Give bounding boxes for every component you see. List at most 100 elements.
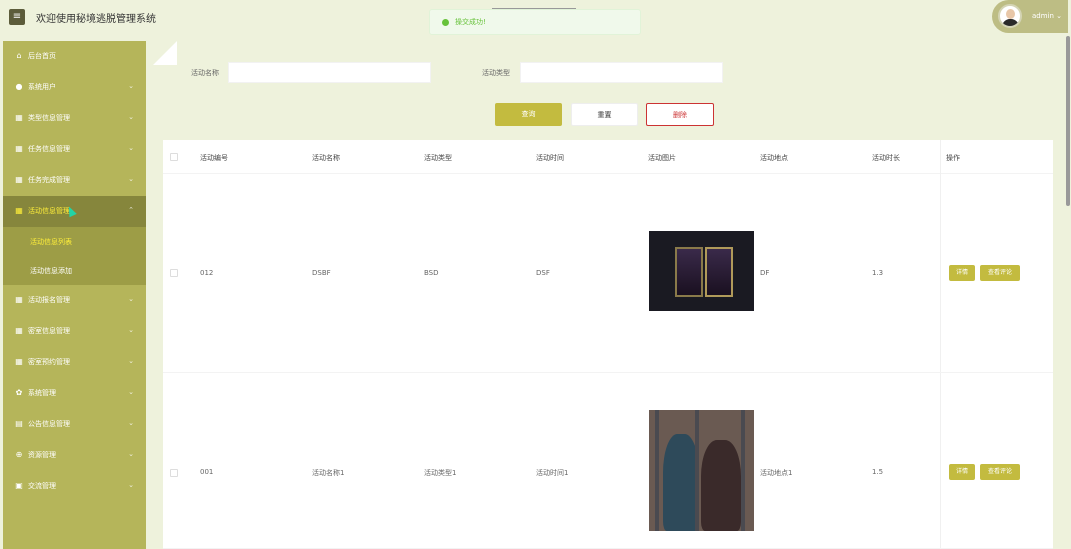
chevron-down-icon: ⌄ bbox=[128, 175, 134, 183]
sidebar-item-label: 活动信息管理 bbox=[28, 207, 70, 215]
sidebar-submenu: 活动信息列表 活动信息添加 bbox=[3, 227, 146, 285]
grid-icon: ▦ bbox=[15, 175, 23, 184]
activity-type-label: 活动类型 bbox=[482, 69, 510, 77]
chevron-down-icon: ⌄ bbox=[128, 82, 134, 90]
activity-name-input[interactable] bbox=[228, 62, 431, 83]
grid-icon: ▦ bbox=[15, 113, 23, 122]
activity-name: DSBF bbox=[312, 269, 331, 277]
sidebar-item-label: 密室信息管理 bbox=[28, 327, 70, 335]
sidebar-item-label: 系统用户 bbox=[28, 83, 56, 91]
query-button[interactable]: 查询 bbox=[495, 103, 562, 126]
corner-fold-shape bbox=[153, 41, 177, 65]
activity-id: 001 bbox=[200, 468, 214, 476]
activity-place: DF bbox=[760, 269, 770, 277]
person-shape bbox=[701, 440, 741, 531]
sidebar-item-label: 交流管理 bbox=[28, 482, 56, 490]
row-checkbox[interactable] bbox=[170, 469, 178, 477]
sidebar-item-room-info[interactable]: ▦ 密室信息管理 ⌄ bbox=[3, 316, 146, 347]
chevron-down-icon: ⌄ bbox=[128, 326, 134, 334]
column-header: 活动时长 bbox=[872, 154, 900, 162]
activity-time: DSF bbox=[536, 269, 550, 277]
chevron-down-icon: ⌄ bbox=[1056, 12, 1063, 20]
chevron-down-icon: ⌄ bbox=[128, 481, 134, 489]
chevron-down-icon: ⌄ bbox=[128, 113, 134, 121]
user-menu[interactable]: admin ⌄ bbox=[992, 0, 1068, 33]
activity-name: 活动名称1 bbox=[312, 469, 345, 477]
activity-id: 012 bbox=[200, 269, 214, 277]
plus-circle-icon: ⊕ bbox=[15, 450, 23, 459]
sidebar-subitem-activity-list[interactable]: 活动信息列表 bbox=[30, 237, 72, 247]
chevron-down-icon: ⌄ bbox=[128, 144, 134, 152]
sidebar-item-notice-info[interactable]: ▤ 公告信息管理 ⌄ bbox=[3, 409, 146, 440]
detail-button[interactable]: 详情 bbox=[949, 464, 975, 480]
sidebar-item-label: 任务信息管理 bbox=[28, 145, 70, 153]
sidebar-item-communication[interactable]: ▣ 交流管理 ⌄ bbox=[3, 471, 146, 502]
sidebar-item-label: 公告信息管理 bbox=[28, 420, 70, 428]
column-header: 活动名称 bbox=[312, 154, 340, 162]
sidebar-item-label: 资源管理 bbox=[28, 451, 56, 459]
avatar-body-shape bbox=[1002, 19, 1019, 26]
avatar[interactable] bbox=[998, 4, 1022, 28]
column-header: 活动时间 bbox=[536, 154, 564, 162]
grid-icon: ▦ bbox=[15, 206, 23, 215]
column-header: 活动地点 bbox=[760, 154, 788, 162]
username[interactable]: admin ⌄ bbox=[1032, 12, 1062, 20]
activity-type-input[interactable] bbox=[520, 62, 723, 83]
sidebar-item-activity-signup[interactable]: ▦ 活动报名管理 ⌄ bbox=[3, 285, 146, 316]
sidebar-item-system-users[interactable]: ● 系统用户 ⌄ bbox=[3, 72, 146, 103]
chevron-down-icon: ⌄ bbox=[128, 450, 134, 458]
activity-type: 活动类型1 bbox=[424, 469, 457, 477]
sidebar-item-label: 后台首页 bbox=[28, 52, 56, 60]
collapse-corner[interactable] bbox=[153, 41, 177, 65]
chat-icon: ▣ bbox=[15, 481, 23, 490]
main-content: 活动名称 活动类型 查询 重置 删除 活动编号 活动名称 活动类型 活动时间 活… bbox=[153, 41, 1061, 549]
top-bar: ≡ 欢迎使用秘境逃脱管理系统 操交成功! admin ⌄ bbox=[0, 0, 1071, 36]
activity-time: 活动时间1 bbox=[536, 469, 569, 477]
chevron-up-icon: ⌃ bbox=[128, 206, 134, 214]
gear-icon: ✿ bbox=[15, 388, 23, 397]
card-shape bbox=[705, 247, 733, 297]
reset-button[interactable]: 重置 bbox=[571, 103, 638, 126]
sidebar-item-label: 任务完成管理 bbox=[28, 176, 70, 184]
page-scrollbar[interactable] bbox=[1066, 36, 1070, 206]
sidebar-item-room-booking[interactable]: ▦ 密室预约管理 ⌄ bbox=[3, 347, 146, 378]
activity-duration: 1.5 bbox=[872, 468, 884, 476]
column-header: 活动编号 bbox=[200, 154, 228, 162]
sidebar: ⌂ 后台首页 ● 系统用户 ⌄ ▦ 类型信息管理 ⌄ ▦ 任务信息管理 ⌄ ▦ … bbox=[3, 41, 146, 549]
column-header: 操作 bbox=[946, 154, 960, 162]
sidebar-item-system-management[interactable]: ✿ 系统管理 ⌄ bbox=[3, 378, 146, 409]
chevron-down-icon: ⌄ bbox=[128, 357, 134, 365]
sidebar-item-label: 系统管理 bbox=[28, 389, 56, 397]
bar-shape bbox=[655, 410, 659, 531]
sidebar-subitem-activity-add[interactable]: 活动信息添加 bbox=[30, 266, 72, 276]
user-icon: ● bbox=[15, 82, 23, 91]
activity-image-people-behind-bars bbox=[649, 410, 754, 531]
grid-icon: ▦ bbox=[15, 144, 23, 153]
row-checkbox[interactable] bbox=[170, 269, 178, 277]
view-comments-button[interactable]: 查看评论 bbox=[980, 464, 1020, 480]
table-row: 001 活动名称1 活动类型1 活动时间1 活动地点1 1.5 详情 查看评论 bbox=[163, 373, 1053, 549]
app-title: 欢迎使用秘境逃脱管理系统 bbox=[36, 14, 156, 25]
sidebar-item-resources[interactable]: ⊕ 资源管理 ⌄ bbox=[3, 440, 146, 471]
document-icon: ▤ bbox=[15, 419, 23, 428]
select-all-checkbox[interactable] bbox=[170, 153, 178, 161]
home-icon: ⌂ bbox=[16, 51, 22, 60]
detail-button[interactable]: 详情 bbox=[949, 265, 975, 281]
sidebar-item-task-info[interactable]: ▦ 任务信息管理 ⌄ bbox=[3, 134, 146, 165]
grid-icon: ▦ bbox=[15, 357, 23, 366]
view-comments-button[interactable]: 查看评论 bbox=[980, 265, 1020, 281]
menu-icon[interactable]: ≡ bbox=[9, 9, 25, 25]
success-toast: 操交成功! bbox=[429, 9, 641, 35]
check-circle-icon bbox=[442, 19, 449, 26]
delete-button[interactable]: 删除 bbox=[646, 103, 714, 126]
table-header: 活动编号 活动名称 活动类型 活动时间 活动图片 活动地点 活动时长 操作 bbox=[163, 140, 1053, 174]
sidebar-item-home[interactable]: ⌂ 后台首页 bbox=[3, 41, 146, 72]
activity-place: 活动地点1 bbox=[760, 469, 793, 477]
sidebar-item-task-completion[interactable]: ▦ 任务完成管理 ⌄ bbox=[3, 165, 146, 196]
chevron-down-icon: ⌄ bbox=[128, 388, 134, 396]
grid-icon: ▦ bbox=[15, 295, 23, 304]
sidebar-item-type-info[interactable]: ▦ 类型信息管理 ⌄ bbox=[3, 103, 146, 134]
sidebar-item-label: 活动报名管理 bbox=[28, 296, 70, 304]
activity-type: BSD bbox=[424, 269, 439, 277]
column-header: 活动类型 bbox=[424, 154, 452, 162]
